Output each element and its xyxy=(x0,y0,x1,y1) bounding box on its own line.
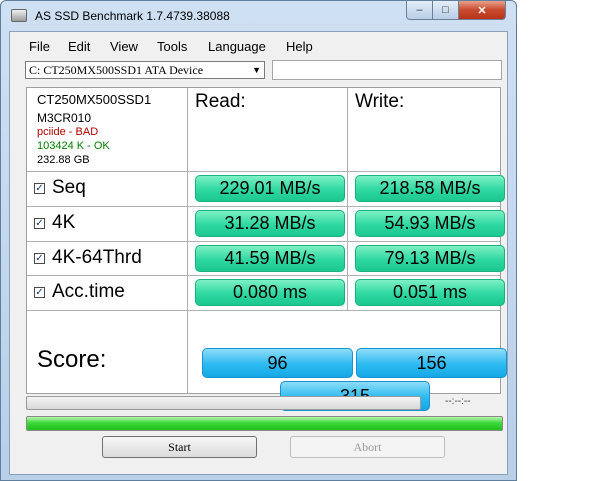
menu-tools[interactable]: Tools xyxy=(157,39,187,54)
device-alignment: 103424 K - OK xyxy=(37,140,110,152)
4k-checkbox[interactable]: ✓ xyxy=(34,218,45,229)
row-label-4k-64thrd: 4K-64Thrd xyxy=(52,247,142,268)
device-firmware: M3CR010 xyxy=(37,111,92,125)
4k-64thrd-write-value: 79.13 MB/s xyxy=(355,245,505,272)
read-header: Read: xyxy=(195,91,246,112)
grid-divider xyxy=(27,241,500,242)
minimize-icon: – xyxy=(416,4,423,16)
grid-divider xyxy=(27,275,500,276)
menu-help[interactable]: Help xyxy=(286,39,313,54)
menu-edit[interactable]: Edit xyxy=(68,39,90,54)
abort-button[interactable]: Abort xyxy=(290,436,445,458)
results-grid: CT250MX500SSD1 M3CR010 pciide - BAD 1034… xyxy=(26,87,507,411)
maximize-button[interactable]: □ xyxy=(432,1,459,20)
drive-select-value: C: CT250MX500SSD1 ATA Device xyxy=(29,63,204,77)
device-size: 232.88 GB xyxy=(37,154,90,166)
client-area: File Edit View Tools Language Help C: CT… xyxy=(9,31,508,475)
start-button[interactable]: Start xyxy=(102,436,257,458)
grid-divider xyxy=(347,88,348,311)
row-label-seq: Seq xyxy=(52,177,86,198)
app-window: AS SSD Benchmark 1.7.4739.38088 – □ ✕ Fi… xyxy=(0,0,517,481)
menu-file[interactable]: File xyxy=(29,39,50,54)
seq-checkbox[interactable]: ✓ xyxy=(34,183,45,194)
checkmark-icon: ✓ xyxy=(35,218,44,229)
drive-icon xyxy=(11,9,27,22)
close-button[interactable]: ✕ xyxy=(458,1,506,20)
4k-write-value: 54.93 MB/s xyxy=(355,210,505,237)
grid-divider xyxy=(27,206,500,207)
4k-64thrd-read-value: 41.59 MB/s xyxy=(195,245,345,272)
acc-time-checkbox[interactable]: ✓ xyxy=(34,287,45,298)
menu-view[interactable]: View xyxy=(110,39,138,54)
drive-select[interactable]: C: CT250MX500SSD1 ATA Device ▼ xyxy=(25,61,265,79)
info-field[interactable] xyxy=(272,60,502,80)
seq-write-value: 218.58 MB/s xyxy=(355,175,505,202)
grid-divider xyxy=(27,310,500,311)
dropdown-arrow-icon: ▼ xyxy=(252,65,261,75)
window-title: AS SSD Benchmark 1.7.4739.38088 xyxy=(35,9,230,23)
checkmark-icon: ✓ xyxy=(35,287,44,298)
device-driver: pciide - BAD xyxy=(37,126,99,138)
acc-time-read-value: 0.080 ms xyxy=(195,279,345,306)
acc-time-write-value: 0.051 ms xyxy=(355,279,505,306)
close-icon: ✕ xyxy=(477,4,487,17)
grid-divider xyxy=(27,171,500,172)
maximize-icon: □ xyxy=(442,4,449,16)
4k-read-value: 31.28 MB/s xyxy=(195,210,345,237)
checkmark-icon: ✓ xyxy=(35,183,44,194)
score-write: 156 xyxy=(356,348,507,378)
elapsed-timer: --:--:-- xyxy=(445,396,471,407)
test-progress-bar xyxy=(26,396,421,410)
checkmark-icon: ✓ xyxy=(35,253,44,264)
4k-64thrd-checkbox[interactable]: ✓ xyxy=(34,253,45,264)
device-model: CT250MX500SSD1 xyxy=(37,92,152,107)
overall-progress-bar xyxy=(26,416,503,431)
write-header: Write: xyxy=(355,91,405,112)
row-label-4k: 4K xyxy=(52,212,76,233)
seq-read-value: 229.01 MB/s xyxy=(195,175,345,202)
row-label-acc-time: Acc.time xyxy=(52,281,125,302)
menu-language[interactable]: Language xyxy=(208,39,266,54)
title-bar[interactable]: AS SSD Benchmark 1.7.4739.38088 – □ ✕ xyxy=(1,1,516,31)
overall-progress-fill xyxy=(27,417,502,430)
minimize-button[interactable]: – xyxy=(406,1,433,20)
menu-bar: File Edit View Tools Language Help xyxy=(10,32,507,58)
score-label: Score: xyxy=(37,346,107,373)
score-read: 96 xyxy=(202,348,353,378)
